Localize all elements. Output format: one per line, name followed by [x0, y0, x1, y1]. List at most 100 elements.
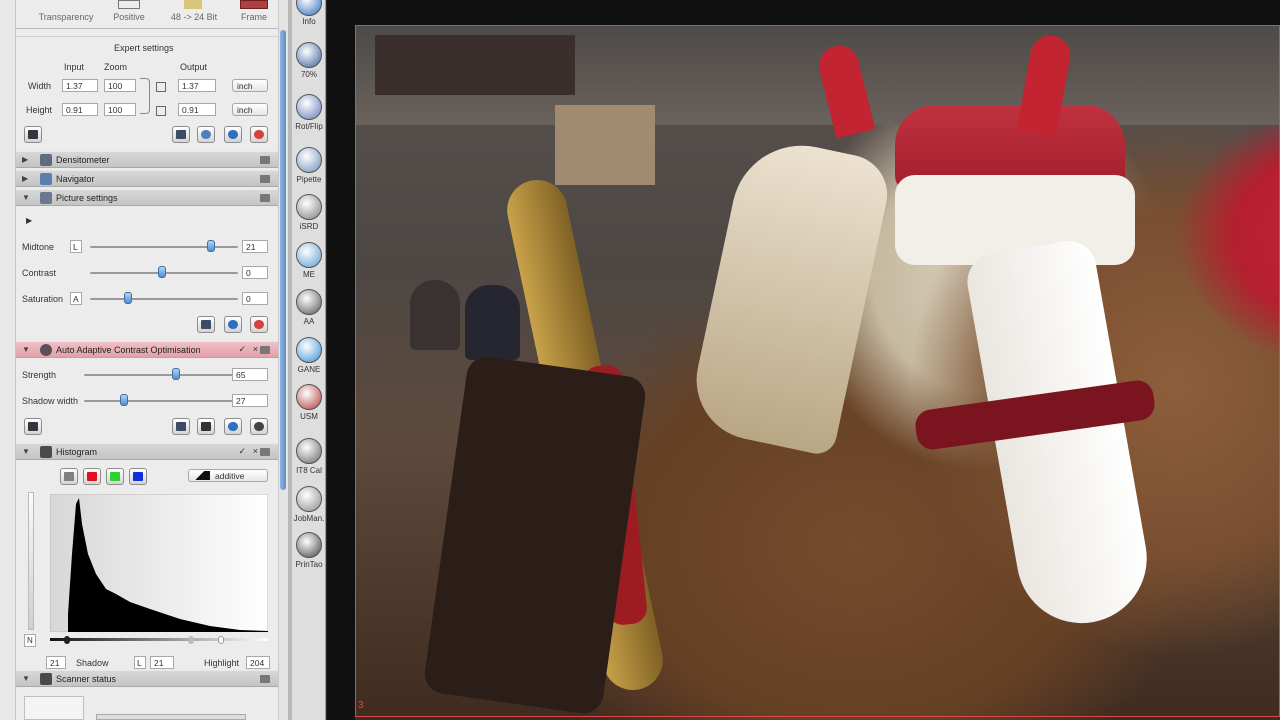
detach-icon[interactable]: [260, 194, 270, 202]
aaco-help-button[interactable]: [172, 418, 190, 435]
picture-help-button[interactable]: [197, 316, 215, 333]
histogram-channel-button[interactable]: [83, 468, 101, 485]
strength-label: Strength: [22, 370, 57, 380]
height-output-field[interactable]: 0.91: [178, 103, 216, 116]
histogram-highlight-field[interactable]: 204: [246, 656, 270, 669]
magnifier-icon: [228, 130, 238, 139]
detach-icon[interactable]: [260, 675, 270, 683]
tool-usm[interactable]: USM: [292, 382, 326, 422]
height-zoom-field[interactable]: 100: [104, 103, 136, 116]
histogram-channel-button[interactable]: [60, 468, 78, 485]
chain-link-icon[interactable]: [140, 78, 150, 114]
shadow-marker[interactable]: [64, 636, 70, 644]
section-histogram[interactable]: ▼ Histogram ✓ ×: [16, 443, 278, 460]
picture-settings-expand-icon[interactable]: ▶: [26, 216, 32, 225]
histogram-shadow-field[interactable]: 21: [150, 656, 174, 669]
histogram-shadow-channel[interactable]: L: [134, 656, 146, 669]
midtone-slider-thumb[interactable]: [207, 240, 215, 252]
histogram-gradient-bar: [50, 638, 268, 641]
tool-gane[interactable]: GANE: [292, 335, 326, 375]
tool-70[interactable]: 70%: [292, 40, 326, 80]
checkmark-icon[interactable]: ✓: [238, 446, 246, 457]
histogram-shadow-left-field[interactable]: 21: [46, 656, 66, 669]
tool-isrd[interactable]: iSRD: [292, 192, 326, 232]
saturation-slider-thumb[interactable]: [124, 292, 132, 304]
width-unit-select[interactable]: inch: [232, 79, 268, 92]
saturation-slider-track[interactable]: [90, 298, 238, 300]
transparency-button[interactable]: Transparency: [36, 0, 96, 26]
tool-me[interactable]: ME: [292, 240, 326, 280]
tool-printao[interactable]: PrinTao: [292, 530, 326, 570]
tool-pipette[interactable]: Pipette: [292, 145, 326, 185]
frame-icon: [240, 0, 268, 9]
crop-frame[interactable]: [355, 25, 1280, 717]
section-aaco[interactable]: ▼ Auto Adaptive Contrast Optimisation ✓ …: [16, 341, 278, 358]
strength-slider-track[interactable]: [84, 374, 234, 376]
window-left-edge: [0, 0, 16, 720]
midtone-value-field[interactable]: 21: [242, 240, 268, 253]
width-label: Width: [28, 81, 52, 91]
saturation-value-field[interactable]: 0: [242, 292, 268, 305]
aaco-hat-button[interactable]: [197, 418, 215, 435]
checkmark-icon[interactable]: ✓: [238, 344, 246, 355]
save-icon: [28, 130, 38, 139]
height-unit-select[interactable]: inch: [232, 103, 268, 116]
expert-preview-button[interactable]: [224, 126, 242, 143]
transparency-label: Transparency: [38, 12, 94, 22]
lock-icon[interactable]: [156, 82, 166, 92]
lock-icon[interactable]: [156, 106, 166, 116]
midtone-channel-select[interactable]: L: [70, 240, 82, 253]
panel-scrollbar-thumb[interactable]: [280, 30, 286, 490]
aaco-reset-button[interactable]: [250, 418, 268, 435]
expert-reset-button[interactable]: [250, 126, 268, 143]
detach-icon[interactable]: [260, 156, 270, 164]
picture-reset-button[interactable]: [250, 316, 268, 333]
save-settings-button[interactable]: [24, 126, 42, 143]
strength-slider-thumb[interactable]: [172, 368, 180, 380]
highlight-marker[interactable]: [218, 636, 224, 644]
strength-value-field[interactable]: 65: [232, 368, 268, 381]
aaco-save-button[interactable]: [24, 418, 42, 435]
section-navigator[interactable]: ▶ Navigator: [16, 170, 278, 187]
detach-icon[interactable]: [260, 175, 270, 183]
saturation-channel-select[interactable]: A: [70, 292, 82, 305]
histogram-mode-icon: [194, 471, 210, 480]
midtone-marker[interactable]: [188, 636, 194, 644]
section-picture-settings[interactable]: ▼ Picture settings: [16, 189, 278, 206]
width-output-field[interactable]: 1.37: [178, 79, 216, 92]
positive-button[interactable]: Positive: [104, 0, 154, 26]
shadow-width-slider-track[interactable]: [84, 400, 234, 402]
detach-icon[interactable]: [260, 346, 270, 354]
section-densitometer[interactable]: ▶ Densitometer: [16, 151, 278, 168]
close-icon[interactable]: ×: [253, 446, 258, 456]
histogram-channel-button[interactable]: [129, 468, 147, 485]
expert-settings-button[interactable]: [197, 126, 215, 143]
contrast-slider-thumb[interactable]: [158, 266, 166, 278]
reset-icon: [254, 320, 264, 329]
it8-calibration-icon: [296, 438, 322, 464]
expert-help-button[interactable]: [172, 126, 190, 143]
rotate-flip-icon: [296, 94, 322, 120]
histogram-vertical-scale[interactable]: [28, 492, 34, 630]
detach-icon[interactable]: [260, 448, 270, 456]
width-input-field[interactable]: 1.37: [62, 79, 98, 92]
histogram-channel-button[interactable]: [106, 468, 124, 485]
picture-preview-button[interactable]: [224, 316, 242, 333]
tool-rot-flip[interactable]: Rot/Flip: [292, 92, 326, 132]
bit-depth-button[interactable]: 48 -> 24 Bit: [162, 0, 226, 26]
close-icon[interactable]: ×: [253, 344, 258, 354]
tool-info[interactable]: Info: [292, 0, 326, 40]
frame-button[interactable]: Frame: [234, 0, 274, 26]
shadow-width-value-field[interactable]: 27: [232, 394, 268, 407]
height-input-field[interactable]: 0.91: [62, 103, 98, 116]
contrast-value-field[interactable]: 0: [242, 266, 268, 279]
width-zoom-field[interactable]: 100: [104, 79, 136, 92]
shadow-width-slider-thumb[interactable]: [120, 394, 128, 406]
midtone-slider-track[interactable]: [90, 246, 238, 248]
tool-aa[interactable]: AA: [292, 287, 326, 327]
tool-it8-cal[interactable]: IT8 Cal: [292, 436, 326, 476]
section-scanner-status[interactable]: ▼ Scanner status: [16, 670, 278, 687]
aaco-preview-button[interactable]: [224, 418, 242, 435]
histogram-n-button[interactable]: N: [24, 634, 36, 647]
tool-jobman[interactable]: JobMan.: [292, 484, 326, 524]
